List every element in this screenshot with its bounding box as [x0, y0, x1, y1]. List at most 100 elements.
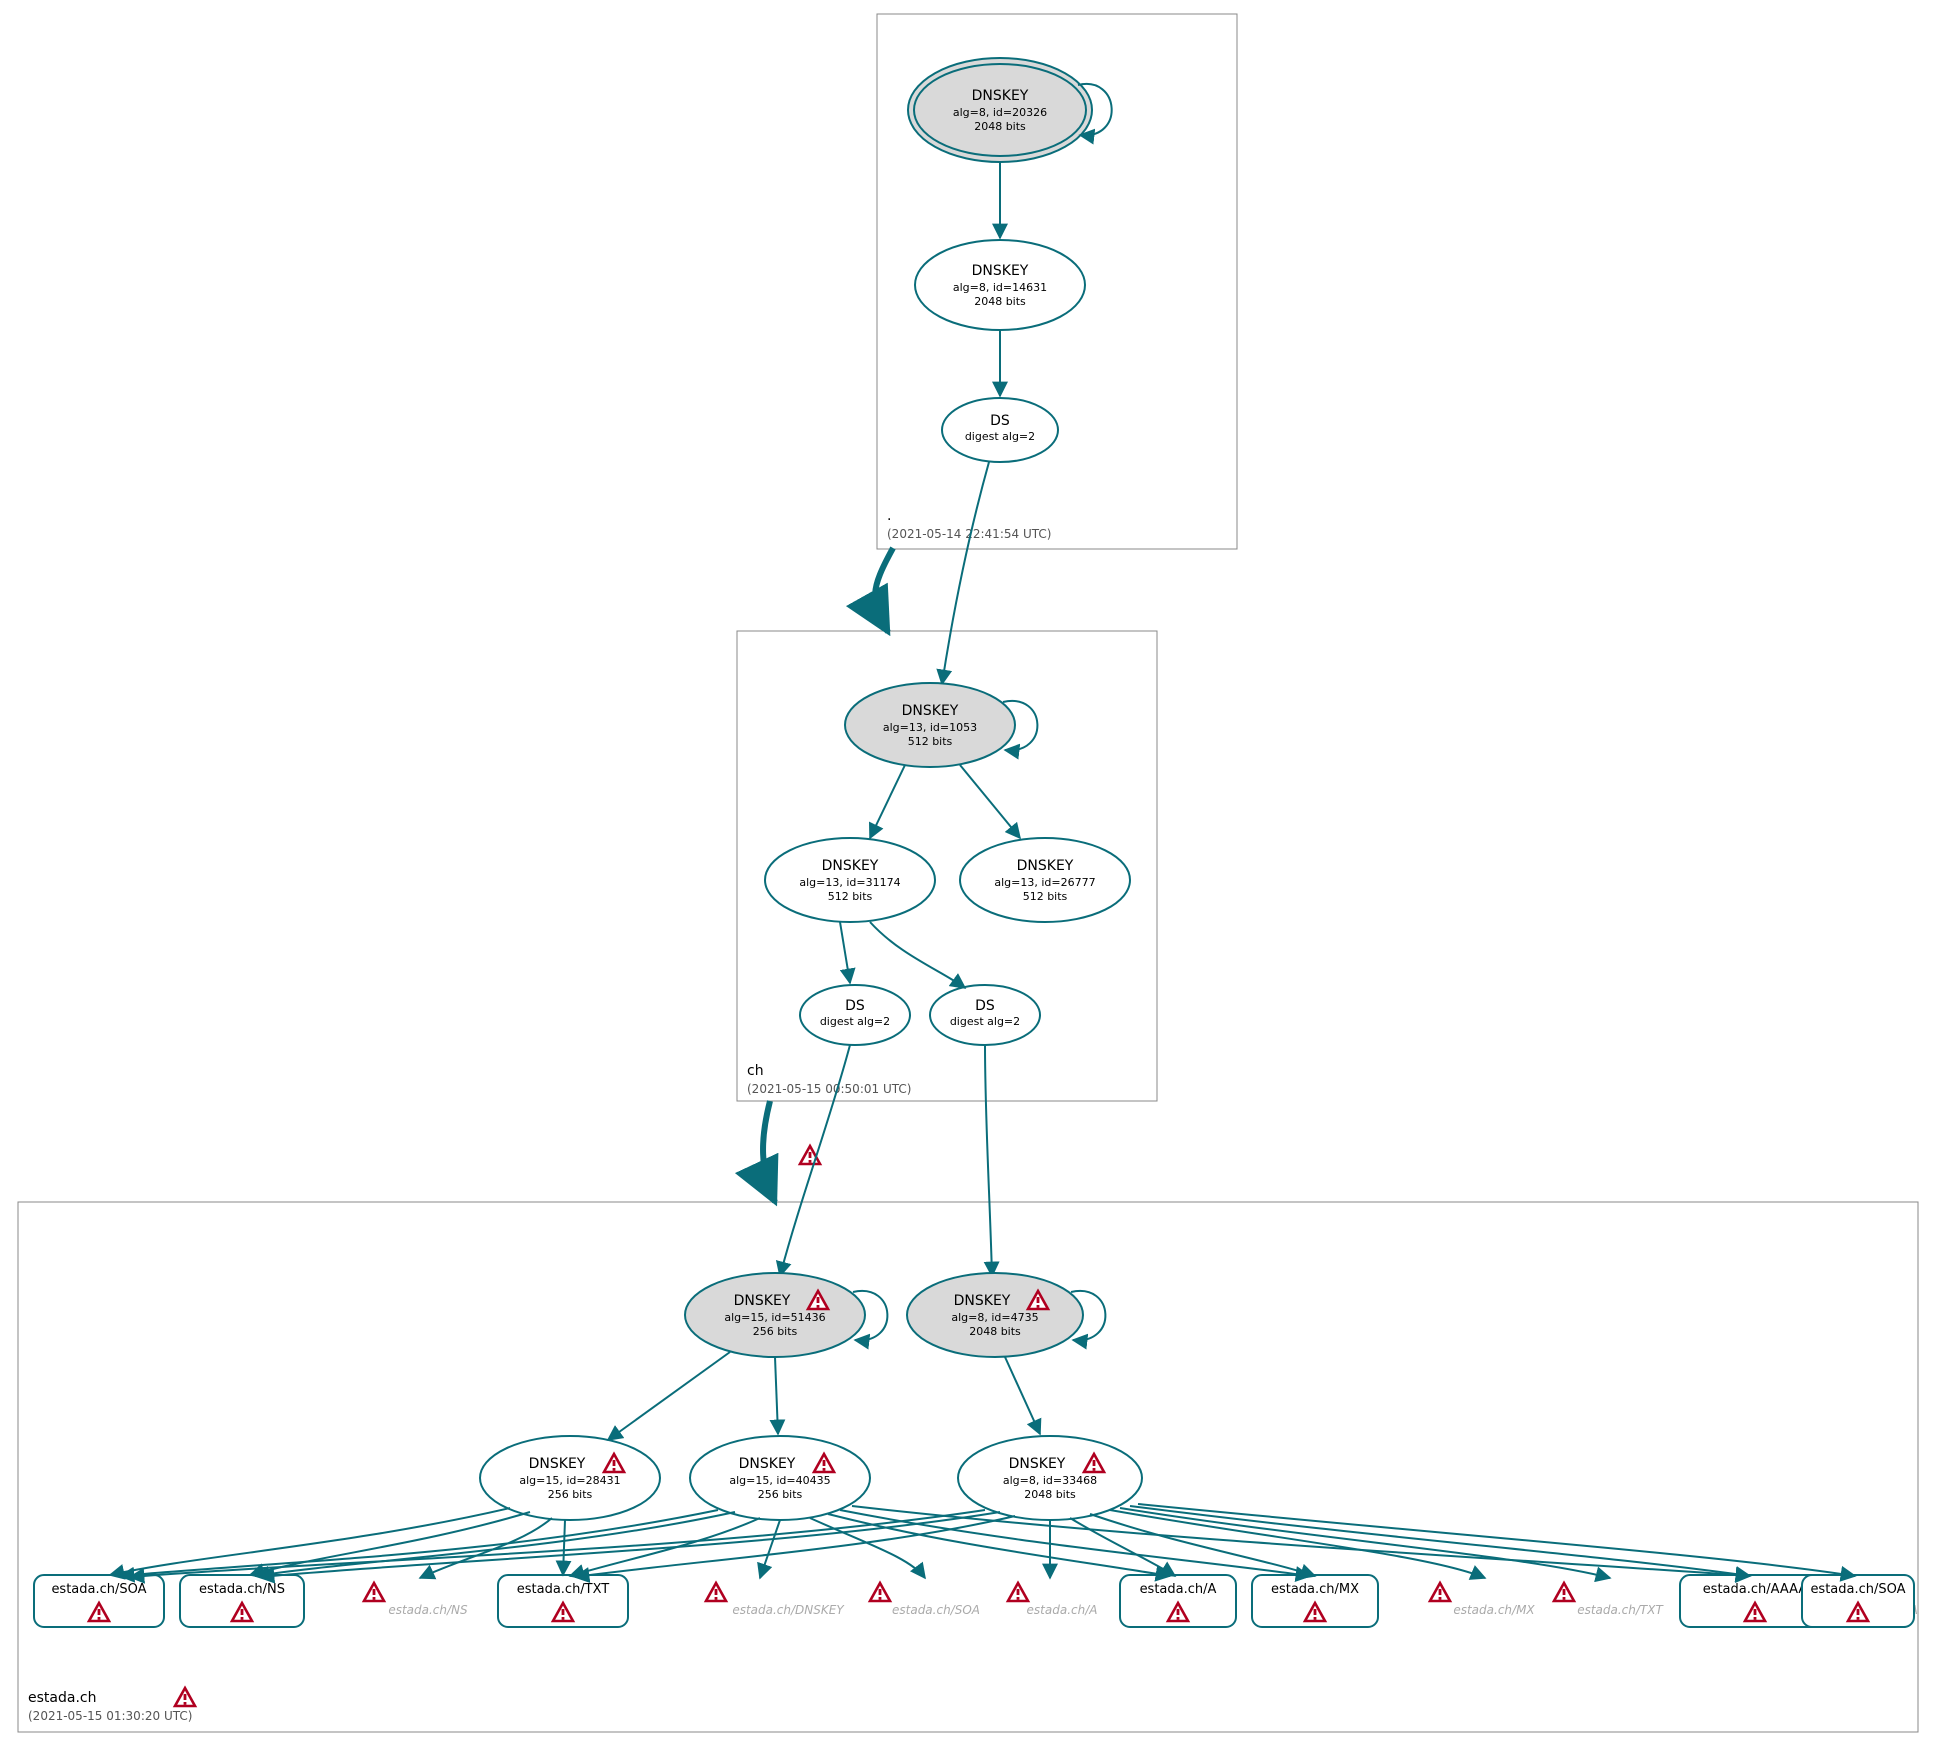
svg-text:estada.ch/SOA: estada.ch/SOA	[1810, 1582, 1905, 1597]
node-est-ksk1[interactable]: DNSKEY alg=15, id=51436 256 bits	[685, 1273, 865, 1357]
svg-text:digest alg=2: digest alg=2	[820, 1015, 890, 1028]
zone-ch-ts: (2021-05-15 00:50:01 UTC)	[747, 1082, 911, 1096]
warning-icon	[364, 1583, 384, 1601]
rr-soa-2[interactable]: estada.ch/SOA	[1802, 1575, 1914, 1627]
node-root-zsk[interactable]: DNSKEY alg=8, id=14631 2048 bits	[915, 240, 1085, 330]
svg-text:estada.ch/TXT: estada.ch/TXT	[1577, 1603, 1664, 1617]
rr-soa-grey: estada.ch/SOA	[870, 1583, 980, 1617]
rr-a[interactable]: estada.ch/A	[1120, 1575, 1236, 1627]
edge-root-ds-to-ch-ksk	[942, 462, 989, 684]
svg-text:256 bits: 256 bits	[758, 1488, 803, 1501]
edge-est-ksk2-zsk3	[1005, 1357, 1040, 1434]
svg-text:DNSKEY: DNSKEY	[954, 1293, 1011, 1309]
svg-text:2048 bits: 2048 bits	[969, 1325, 1021, 1338]
svg-text:DNSKEY: DNSKEY	[972, 88, 1029, 104]
edge-ch-zsk1-ds1	[840, 922, 850, 983]
edge-ch-ksk-zsk2	[960, 765, 1020, 838]
svg-text:DNSKEY: DNSKEY	[734, 1293, 791, 1309]
edge-est-ksk1-zsk1	[608, 1352, 730, 1440]
rr-txt[interactable]: estada.ch/TXT	[498, 1575, 628, 1627]
svg-text:DNSKEY: DNSKEY	[739, 1456, 796, 1472]
svg-text:512 bits: 512 bits	[1023, 890, 1068, 903]
svg-text:512 bits: 512 bits	[828, 890, 873, 903]
svg-text:estada.ch/SOA: estada.ch/SOA	[892, 1603, 980, 1617]
zone-estada-label: estada.ch	[28, 1690, 96, 1706]
node-root-ds[interactable]: DS digest alg=2	[942, 398, 1058, 462]
svg-text:DS: DS	[975, 998, 995, 1014]
node-est-zsk2[interactable]: DNSKEY alg=15, id=40435 256 bits	[690, 1436, 870, 1520]
warning-icon	[1430, 1583, 1450, 1601]
svg-text:DS: DS	[845, 998, 865, 1014]
svg-text:DNSKEY: DNSKEY	[1009, 1456, 1066, 1472]
svg-text:alg=13, id=26777: alg=13, id=26777	[994, 876, 1095, 889]
svg-text:estada.ch/SOA: estada.ch/SOA	[51, 1582, 146, 1597]
rr-mx-grey: estada.ch/MX	[1430, 1583, 1535, 1617]
rr-ns[interactable]: estada.ch/NS	[180, 1575, 304, 1627]
svg-text:alg=8, id=33468: alg=8, id=33468	[1003, 1474, 1097, 1487]
svg-text:digest alg=2: digest alg=2	[965, 430, 1035, 443]
node-ch-zsk2[interactable]: DNSKEY alg=13, id=26777 512 bits	[960, 838, 1130, 922]
dnssec-graph: . (2021-05-14 22:41:54 UTC) DNSKEY alg=8…	[0, 0, 1936, 1749]
svg-text:alg=13, id=31174: alg=13, id=31174	[799, 876, 900, 889]
node-ch-ds2[interactable]: DS digest alg=2	[930, 985, 1040, 1045]
svg-text:DNSKEY: DNSKEY	[972, 263, 1029, 279]
rr-ns-grey: estada.ch/NS	[364, 1583, 468, 1617]
warning-icon	[706, 1583, 726, 1601]
node-root-ksk[interactable]: DNSKEY alg=8, id=20326 2048 bits	[908, 58, 1092, 162]
svg-text:DNSKEY: DNSKEY	[529, 1456, 586, 1472]
zone-ch-label: ch	[747, 1063, 764, 1079]
node-est-ksk2[interactable]: DNSKEY alg=8, id=4735 2048 bits	[907, 1273, 1083, 1357]
svg-text:256 bits: 256 bits	[753, 1325, 798, 1338]
svg-text:512 bits: 512 bits	[908, 735, 953, 748]
warning-icon	[1008, 1583, 1028, 1601]
node-ch-ds1[interactable]: DS digest alg=2	[800, 985, 910, 1045]
edge-ch-zsk1-ds2	[870, 922, 965, 988]
node-est-zsk1[interactable]: DNSKEY alg=15, id=28431 256 bits	[480, 1436, 660, 1520]
zone-root-label: .	[887, 508, 891, 524]
svg-text:DNSKEY: DNSKEY	[822, 858, 879, 874]
node-ch-zsk1[interactable]: DNSKEY alg=13, id=31174 512 bits	[765, 838, 935, 922]
svg-text:alg=13, id=1053: alg=13, id=1053	[883, 721, 977, 734]
svg-text:estada.ch/DNSKEY: estada.ch/DNSKEY	[732, 1603, 845, 1617]
rr-dnskey-grey: estada.ch/DNSKEY	[706, 1583, 845, 1617]
svg-text:estada.ch/MX: estada.ch/MX	[1453, 1603, 1535, 1617]
svg-text:estada.ch/A: estada.ch/A	[1027, 1603, 1098, 1617]
svg-text:DNSKEY: DNSKEY	[1017, 858, 1074, 874]
svg-text:alg=8, id=14631: alg=8, id=14631	[953, 281, 1047, 294]
svg-text:estada.ch/A: estada.ch/A	[1140, 1582, 1217, 1597]
svg-text:2048 bits: 2048 bits	[974, 120, 1026, 133]
rr-a-grey: estada.ch/A	[1008, 1583, 1097, 1617]
edge-root-to-ch-thick	[875, 548, 893, 632]
svg-text:2048 bits: 2048 bits	[974, 295, 1026, 308]
svg-text:alg=8, id=4735: alg=8, id=4735	[951, 1311, 1038, 1324]
svg-text:alg=15, id=40435: alg=15, id=40435	[729, 1474, 830, 1487]
zone-estada-ts: (2021-05-15 01:30:20 UTC)	[28, 1709, 192, 1723]
svg-text:estada.ch/AAAA: estada.ch/AAAA	[1703, 1582, 1808, 1597]
svg-text:DS: DS	[990, 413, 1010, 429]
svg-text:estada.ch/TXT: estada.ch/TXT	[517, 1582, 610, 1597]
svg-text:estada.ch/MX: estada.ch/MX	[1271, 1582, 1359, 1597]
zsk-rr-edges	[110, 1504, 1855, 1578]
node-est-zsk3[interactable]: DNSKEY alg=8, id=33468 2048 bits	[958, 1436, 1142, 1520]
svg-text:estada.ch/NS: estada.ch/NS	[199, 1582, 285, 1597]
rr-mx[interactable]: estada.ch/MX	[1252, 1575, 1378, 1627]
warning-icon	[870, 1583, 890, 1601]
edge-est-ksk1-zsk2	[775, 1357, 778, 1434]
edge-ch-ds1-est-ksk1	[780, 1045, 850, 1276]
warning-icon	[1554, 1583, 1574, 1601]
edge-ch-to-estada-thick	[763, 1101, 775, 1202]
svg-text:alg=8, id=20326: alg=8, id=20326	[953, 106, 1047, 119]
svg-text:2048 bits: 2048 bits	[1024, 1488, 1076, 1501]
edge-ch-ksk-zsk1	[870, 765, 905, 838]
svg-text:DNSKEY: DNSKEY	[902, 703, 959, 719]
svg-text:estada.ch/NS: estada.ch/NS	[388, 1603, 468, 1617]
rr-soa-1[interactable]: estada.ch/SOA	[34, 1575, 164, 1627]
node-ch-ksk[interactable]: DNSKEY alg=13, id=1053 512 bits	[845, 683, 1015, 767]
svg-text:256 bits: 256 bits	[548, 1488, 593, 1501]
warning-icon	[175, 1688, 195, 1706]
edge-ch-ds2-est-ksk2	[985, 1045, 992, 1276]
rrset-row: estada.ch/SOA estada.ch/NS estada.ch/NS …	[34, 1575, 1918, 1627]
svg-text:alg=15, id=28431: alg=15, id=28431	[519, 1474, 620, 1487]
svg-text:digest alg=2: digest alg=2	[950, 1015, 1020, 1028]
rr-txt-grey: estada.ch/TXT	[1554, 1583, 1664, 1617]
